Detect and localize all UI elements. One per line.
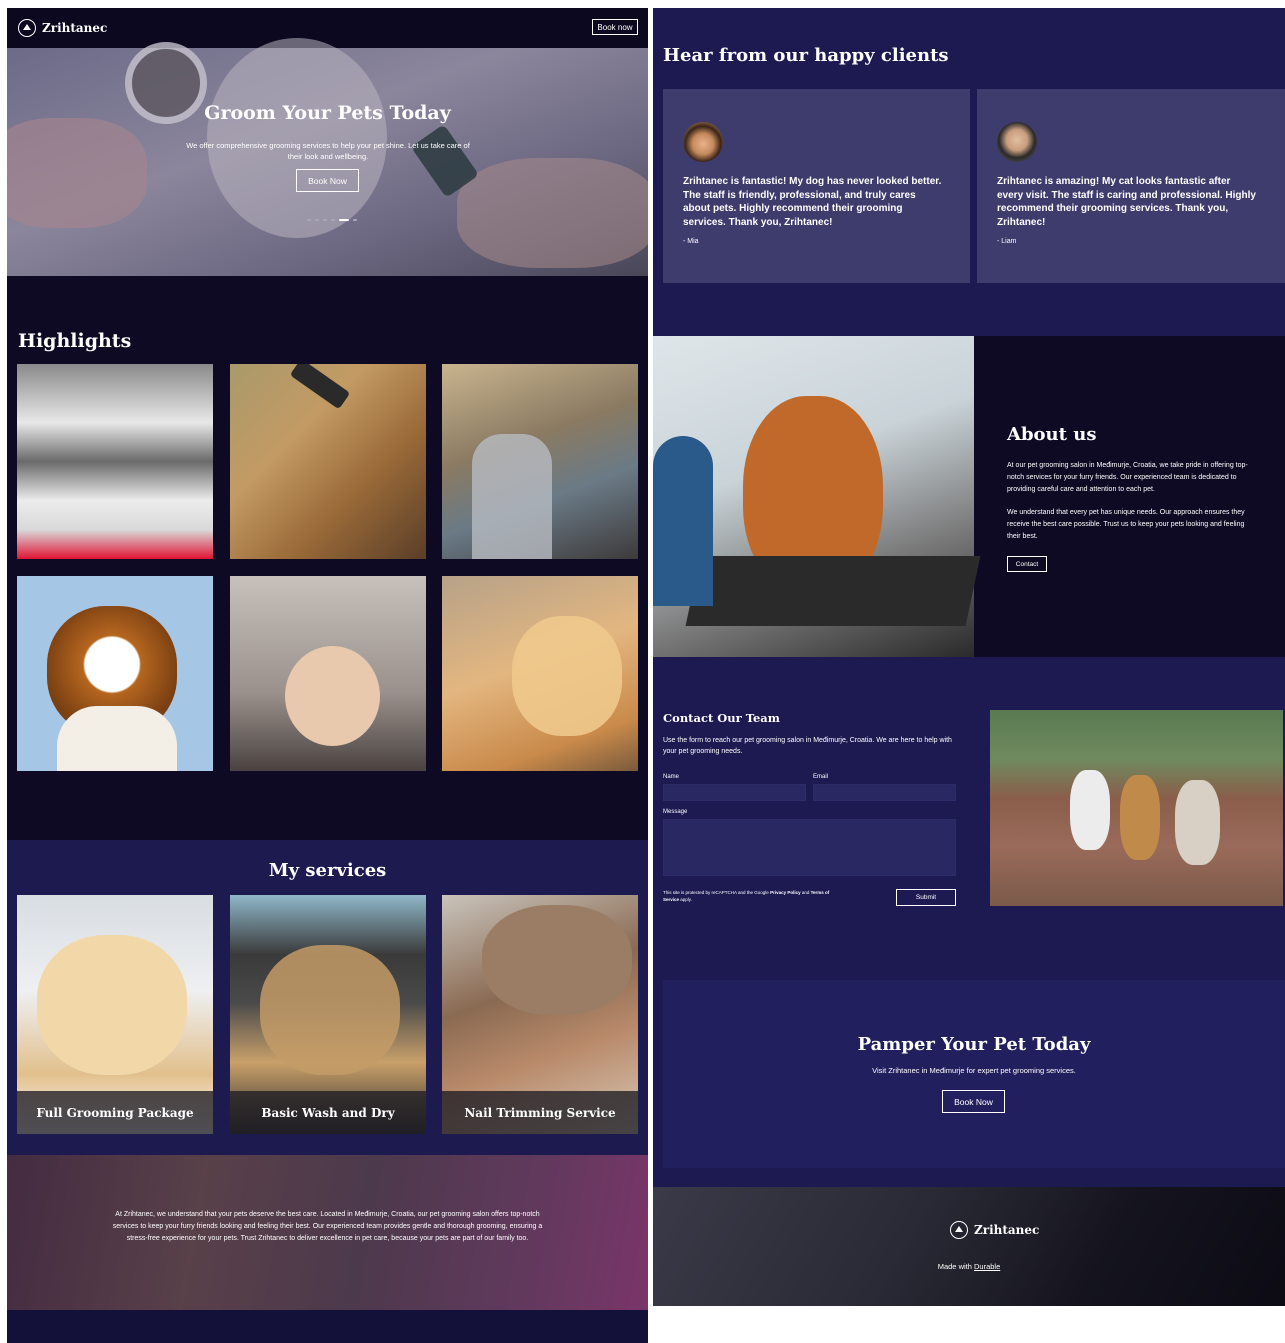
contact-title: Contact Our Team — [663, 711, 780, 725]
brush-shape — [289, 364, 351, 410]
durable-link[interactable]: Durable — [974, 1262, 1000, 1271]
testimonial-author: - Mia — [683, 238, 699, 245]
cta-book-button[interactable]: Book Now — [942, 1090, 1005, 1113]
banner-text: At Zrihtanec, we understand that your pe… — [112, 1211, 543, 1242]
made-with-text: Made with Durable — [653, 1262, 1285, 1271]
slider-dot[interactable] — [331, 219, 335, 221]
testimonial-quote: Zrihtanec is amazing! My cat looks fanta… — [997, 176, 1256, 228]
site-header: Zrihtanec Book now — [7, 8, 648, 48]
testimonial-author: - Liam — [997, 238, 1017, 245]
slider-dot-active[interactable] — [339, 219, 349, 221]
recaptcha-text: and — [800, 890, 811, 895]
name-field[interactable] — [663, 784, 806, 801]
recaptcha-text: This site is protected by reCAPTCHA and … — [663, 890, 771, 895]
hero-subtitle: We offer comprehensive grooming services… — [186, 141, 470, 161]
logo-text: Zrihtanec — [42, 21, 108, 35]
dog-shape — [1120, 775, 1160, 860]
cape-shape — [472, 434, 552, 559]
services-title: My services — [268, 860, 387, 881]
dog-shape — [1070, 770, 1110, 850]
footer-logo-text: Zrihtanec — [974, 1223, 1040, 1237]
yorkie-shape — [512, 616, 622, 736]
hero-title: Groom Your Pets Today — [204, 102, 451, 124]
testimonial-quote: Zrihtanec is fantastic! My dog has never… — [683, 176, 942, 228]
hero-hand-right-image — [457, 158, 648, 268]
logo-icon — [950, 1221, 968, 1239]
recaptcha-text: apply. — [679, 896, 692, 902]
recaptcha-notice: This site is protected by reCAPTCHA and … — [663, 890, 838, 903]
header-book-button[interactable]: Book now — [592, 19, 638, 35]
services-section: My services Full Grooming Package Basic … — [7, 840, 648, 1155]
service-card-basic-wash[interactable]: Basic Wash and Dry — [230, 895, 426, 1134]
name-label: Name — [663, 774, 680, 780]
about-title: About us — [1007, 424, 1097, 445]
slider-dot[interactable] — [323, 219, 327, 221]
message-label: Message — [663, 809, 688, 815]
cta-section: Pamper Your Pet Today Visit Zrihtanec in… — [663, 980, 1285, 1168]
testimonials-title: Hear from our happy clients — [663, 45, 949, 66]
email-label: Email — [813, 774, 829, 780]
hero-slider-dots[interactable] — [307, 219, 357, 221]
wet-dog-shape — [260, 945, 400, 1075]
testimonial-card: Zrihtanec is fantastic! My dog has never… — [663, 89, 970, 283]
submit-button[interactable]: Submit — [896, 889, 956, 906]
contact-intro: Use the form to reach our pet grooming s… — [663, 737, 952, 755]
email-field[interactable] — [813, 784, 956, 801]
highlight-image-beagle — [17, 576, 213, 771]
service-label: Full Grooming Package — [17, 1091, 213, 1134]
service-card-full-grooming[interactable]: Full Grooming Package — [17, 895, 213, 1134]
hero-dog-image — [207, 38, 387, 238]
service-label: Basic Wash and Dry — [230, 1091, 426, 1134]
service-label: Nail Trimming Service — [442, 1091, 638, 1134]
cta-title: Pamper Your Pet Today — [857, 1034, 1091, 1055]
service-card-nail-trimming[interactable]: Nail Trimming Service — [442, 895, 638, 1134]
highlight-image-yorkie — [442, 576, 638, 771]
contact-image-dogs-park — [990, 710, 1283, 906]
about-paragraph-1: At our pet grooming salon in Međimurje, … — [1007, 462, 1248, 493]
towel-shape — [57, 706, 177, 771]
about-paragraph-2: We understand that every pet has unique … — [1007, 509, 1245, 540]
slider-dot[interactable] — [307, 219, 311, 221]
contact-button[interactable]: Contact — [1007, 556, 1047, 572]
about-banner: At Zrihtanec, we understand that your pe… — [7, 1155, 648, 1310]
dog-shape — [1175, 780, 1220, 865]
logo-icon — [18, 19, 36, 37]
avatar — [683, 122, 723, 162]
page-bottom-strip — [7, 1310, 648, 1343]
highlight-image-hair-brush — [230, 364, 426, 559]
highlight-image-salon-client — [442, 364, 638, 559]
page-left-column: Zrihtanec Book now Groom Your Pets Today… — [7, 8, 648, 1343]
about-section: About us At our pet grooming salon in Me… — [653, 336, 1285, 657]
footer-logo[interactable]: Zrihtanec — [950, 1221, 1039, 1239]
golden-retriever-shape — [37, 935, 187, 1075]
privacy-policy-link[interactable]: Privacy Policy — [770, 890, 801, 895]
hero-book-button[interactable]: Book Now — [296, 169, 359, 192]
grooming-table-shape — [685, 556, 981, 626]
highlight-image-fur — [17, 364, 213, 559]
site-logo[interactable]: Zrihtanec — [18, 19, 107, 37]
testimonial-card: Zrihtanec is amazing! My cat looks fanta… — [977, 89, 1285, 283]
hero-section: Groom Your Pets Today We offer comprehen… — [7, 38, 648, 276]
avatar — [997, 122, 1037, 162]
cta-text: Visit Zrihtanec in Međimurje for expert … — [872, 1066, 1076, 1075]
poodle-shape — [285, 646, 380, 746]
slider-dot[interactable] — [315, 219, 319, 221]
made-with-prefix: Made with — [937, 1262, 974, 1271]
groomer-shape — [653, 436, 713, 606]
hero-hand-left-image — [7, 118, 147, 228]
highlight-image-poodle — [230, 576, 426, 771]
about-image-chow-chow — [653, 336, 981, 657]
page-right-column: Hear from our happy clients Zrihtanec is… — [653, 8, 1285, 1306]
message-field[interactable] — [663, 819, 956, 876]
site-footer: Zrihtanec Made with Durable — [653, 1187, 1285, 1306]
slider-dot[interactable] — [353, 219, 357, 221]
shaggy-dog-shape — [482, 905, 632, 1015]
highlights-title: Highlights — [18, 330, 132, 352]
